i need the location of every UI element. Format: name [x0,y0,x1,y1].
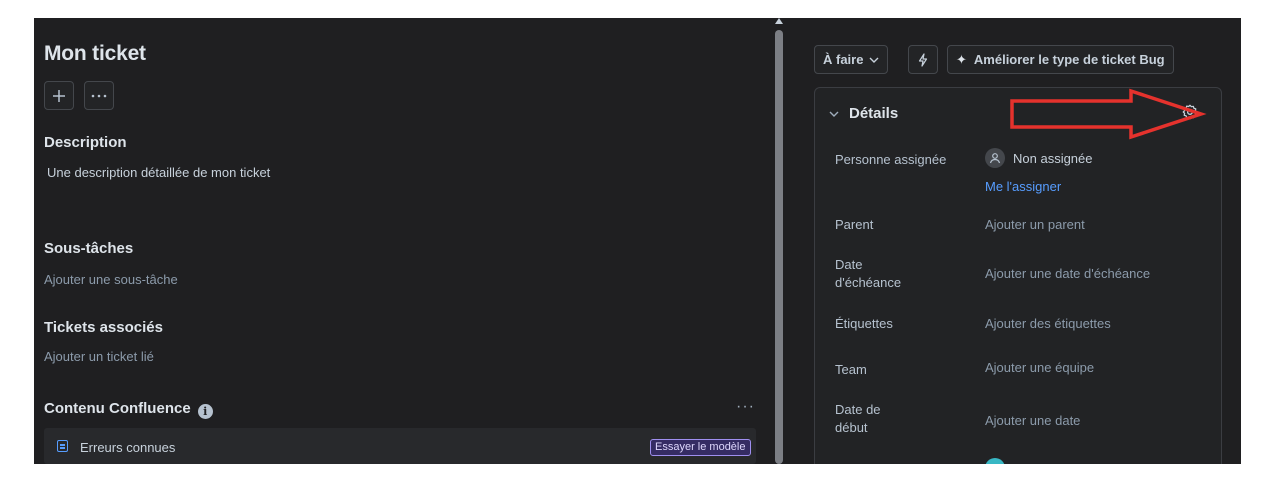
confluence-item-label: Erreurs connues [80,440,176,455]
status-label: À faire [823,52,864,67]
add-subtask-link[interactable]: Ajouter une sous-tâche [44,272,178,287]
status-dropdown[interactable]: À faire [814,45,889,74]
annotation-arrow [1010,88,1207,140]
assign-to-me-link[interactable]: Me l'assigner [985,179,1061,194]
more-actions-button[interactable] [84,81,114,110]
ticket-side-panel: À faire ✦ Améliorer le type de ticket Bu… [804,18,1241,464]
due-date-label: Date d'échéance [835,257,902,290]
details-card: Détails Personne assignée Non assignée M… [814,87,1222,464]
team-label: Team [835,362,867,377]
details-heading: Détails [849,105,899,122]
team-value[interactable]: Ajouter une équipe [985,360,1094,375]
ticket-title[interactable]: Mon ticket [44,42,146,66]
avatar[interactable] [985,458,1005,464]
parent-label: Parent [835,217,874,232]
splitter-arrow-icon[interactable] [775,18,783,24]
assignee-value[interactable]: Non assignée [985,148,1093,168]
confluence-item[interactable]: Erreurs connues Essayer le modèle [44,428,756,464]
assignee-label: Personne assignée [835,152,947,167]
avatar [985,148,1005,168]
details-toggle[interactable]: Détails [829,105,898,122]
ticket-main-panel: Mon ticket Description Une description d… [34,18,769,464]
labels-label: Étiquettes [835,316,893,331]
confluence-heading: Contenu Confluence i [44,400,213,419]
plus-icon [53,89,65,102]
add-linked-ticket-link[interactable]: Ajouter un ticket lié [44,349,154,364]
lightning-icon [918,52,928,67]
chevron-down-icon [829,111,839,117]
chevron-down-icon [869,57,879,63]
subtasks-heading: Sous-tâches [44,240,134,257]
info-icon[interactable]: i [197,404,213,419]
panel-resize-handle[interactable] [775,30,783,464]
improve-ticket-type-button[interactable]: ✦ Améliorer le type de ticket Bug [947,45,1174,74]
jira-ticket-view: Mon ticket Description Une description d… [34,18,1241,464]
description-text[interactable]: Une description détaillée de mon ticket [47,165,270,180]
ellipsis-icon [91,94,107,97]
assignee-name: Non assignée [1013,150,1093,166]
linked-tickets-heading: Tickets associés [44,319,163,336]
page-icon [57,440,68,452]
start-date-label: Date de début [835,402,881,435]
parent-value[interactable]: Ajouter un parent [985,217,1085,232]
user-icon [989,153,1001,164]
labels-value[interactable]: Ajouter des étiquettes [985,316,1111,331]
sparkle-icon: ✦ [956,51,967,67]
confluence-more-button[interactable]: ··· [736,398,755,416]
quick-actions-button[interactable] [908,45,938,74]
start-date-value[interactable]: Ajouter une date [985,413,1080,428]
add-button[interactable] [44,81,74,110]
improve-label: Améliorer le type de ticket Bug [973,52,1165,67]
try-template-badge[interactable]: Essayer le modèle [650,439,751,456]
due-date-value[interactable]: Ajouter une date d'échéance [985,266,1150,281]
confluence-heading-label: Contenu Confluence [44,400,191,417]
description-heading: Description [44,134,127,151]
